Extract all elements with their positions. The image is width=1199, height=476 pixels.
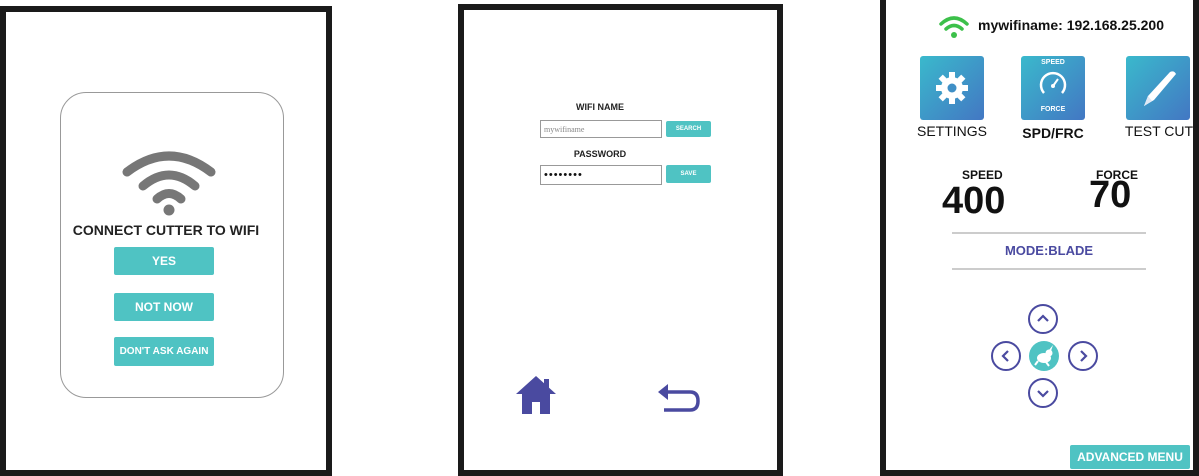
up-button[interactable] [1028, 304, 1058, 334]
chevron-down-icon [1037, 390, 1049, 398]
connection-header: mywifiname: 192.168.25.200 [978, 17, 1165, 33]
gauge-icon [1039, 71, 1067, 94]
divider-top [952, 232, 1146, 234]
home-icon[interactable] [514, 374, 558, 416]
speed-value: 400 [942, 180, 1006, 222]
right-button[interactable] [1068, 341, 1098, 371]
wifi-name-label: WIFI NAME [576, 102, 624, 112]
left-button[interactable] [991, 341, 1021, 371]
chevron-up-icon [1037, 314, 1049, 322]
control-screen: mywifiname: 192.168.25.200 SETTINGS SPEE… [880, 0, 1199, 476]
save-button[interactable]: SAVE [666, 165, 711, 183]
advanced-menu-button[interactable]: ADVANCED MENU [1070, 445, 1190, 469]
not-now-button[interactable]: NOT NOW [114, 293, 214, 321]
home-position-button[interactable] [1029, 341, 1059, 371]
back-arrow-icon[interactable] [654, 382, 702, 416]
down-button[interactable] [1028, 378, 1058, 408]
rabbit-icon [1034, 345, 1053, 367]
settings-label: SETTINGS [916, 123, 987, 139]
settings-tile[interactable] [920, 56, 984, 120]
password-input[interactable]: •••••••• [540, 165, 662, 185]
gauge-force-label: FORCE [1040, 106, 1066, 113]
gauge-speed-label: SPEED [1041, 59, 1065, 66]
wifi-icon [122, 151, 216, 216]
force-value: 70 [1089, 174, 1132, 216]
spdfrc-label: SPD/FRC [1022, 125, 1084, 141]
test-cut-label: TEST CUT [1124, 123, 1194, 139]
wifi-icon [939, 16, 969, 38]
speed-force-tile[interactable]: SPEED FORCE [1021, 56, 1085, 120]
wifi-settings-screen: WIFI NAME mywifiname SEARCH PASSWORD •••… [458, 4, 783, 476]
search-button[interactable]: SEARCH [666, 121, 711, 137]
dont-ask-again-button[interactable]: DON'T ASK AGAIN [114, 337, 214, 366]
chevron-right-icon [1080, 350, 1088, 362]
password-label: PASSWORD [573, 149, 627, 159]
mode-label: MODE:BLADE [1004, 243, 1094, 258]
yes-button[interactable]: YES [114, 247, 214, 275]
pen-icon [1144, 71, 1176, 106]
wifi-name-input[interactable]: mywifiname [540, 120, 662, 138]
connect-title: CONNECT CUTTER TO WIFI [72, 222, 260, 238]
gear-icon [936, 72, 968, 104]
divider-bottom [952, 268, 1146, 270]
chevron-left-icon [1001, 350, 1009, 362]
wifi-prompt-screen: CONNECT CUTTER TO WIFI YES NOT NOW DON'T… [0, 6, 332, 476]
test-cut-tile[interactable] [1126, 56, 1190, 120]
